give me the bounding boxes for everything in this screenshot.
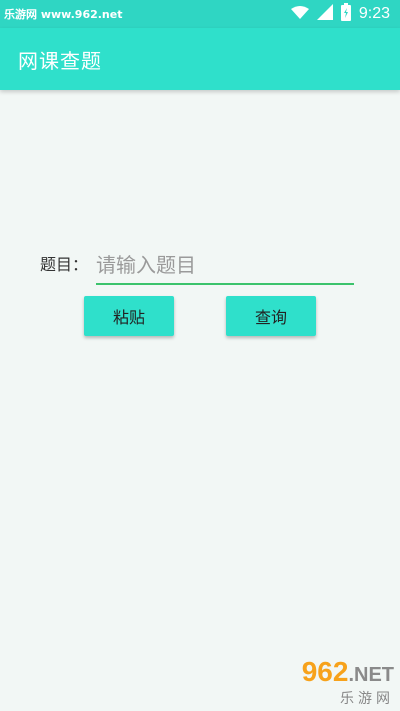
query-button[interactable]: 查询 (226, 296, 316, 336)
status-time: 9:23 (358, 5, 390, 22)
status-watermark-text: 乐游网 www.962.net (4, 8, 123, 21)
watermark-net: .NET (348, 664, 394, 686)
page-title: 网课查题 (18, 48, 102, 73)
question-input[interactable] (96, 247, 355, 283)
watermark-number: 962 (301, 656, 349, 687)
watermark-bottom: 乐游网 (340, 691, 394, 707)
question-form: 题目： (40, 245, 360, 285)
battery-icon (340, 3, 351, 25)
watermark-top: 962.NET (302, 656, 394, 688)
app-bar: 网课查题 (0, 28, 400, 90)
watermark-logo: 962.NET 乐游网 (264, 656, 394, 707)
signal-icon (316, 4, 333, 24)
status-icons: 9:23 (290, 3, 390, 25)
paste-button[interactable]: 粘贴 (84, 296, 174, 336)
question-input-wrapper (96, 247, 355, 285)
wifi-icon (290, 5, 309, 24)
question-label: 题目： (40, 255, 89, 274)
status-bar: 乐游网 www.962.net 9:23 (0, 0, 400, 28)
